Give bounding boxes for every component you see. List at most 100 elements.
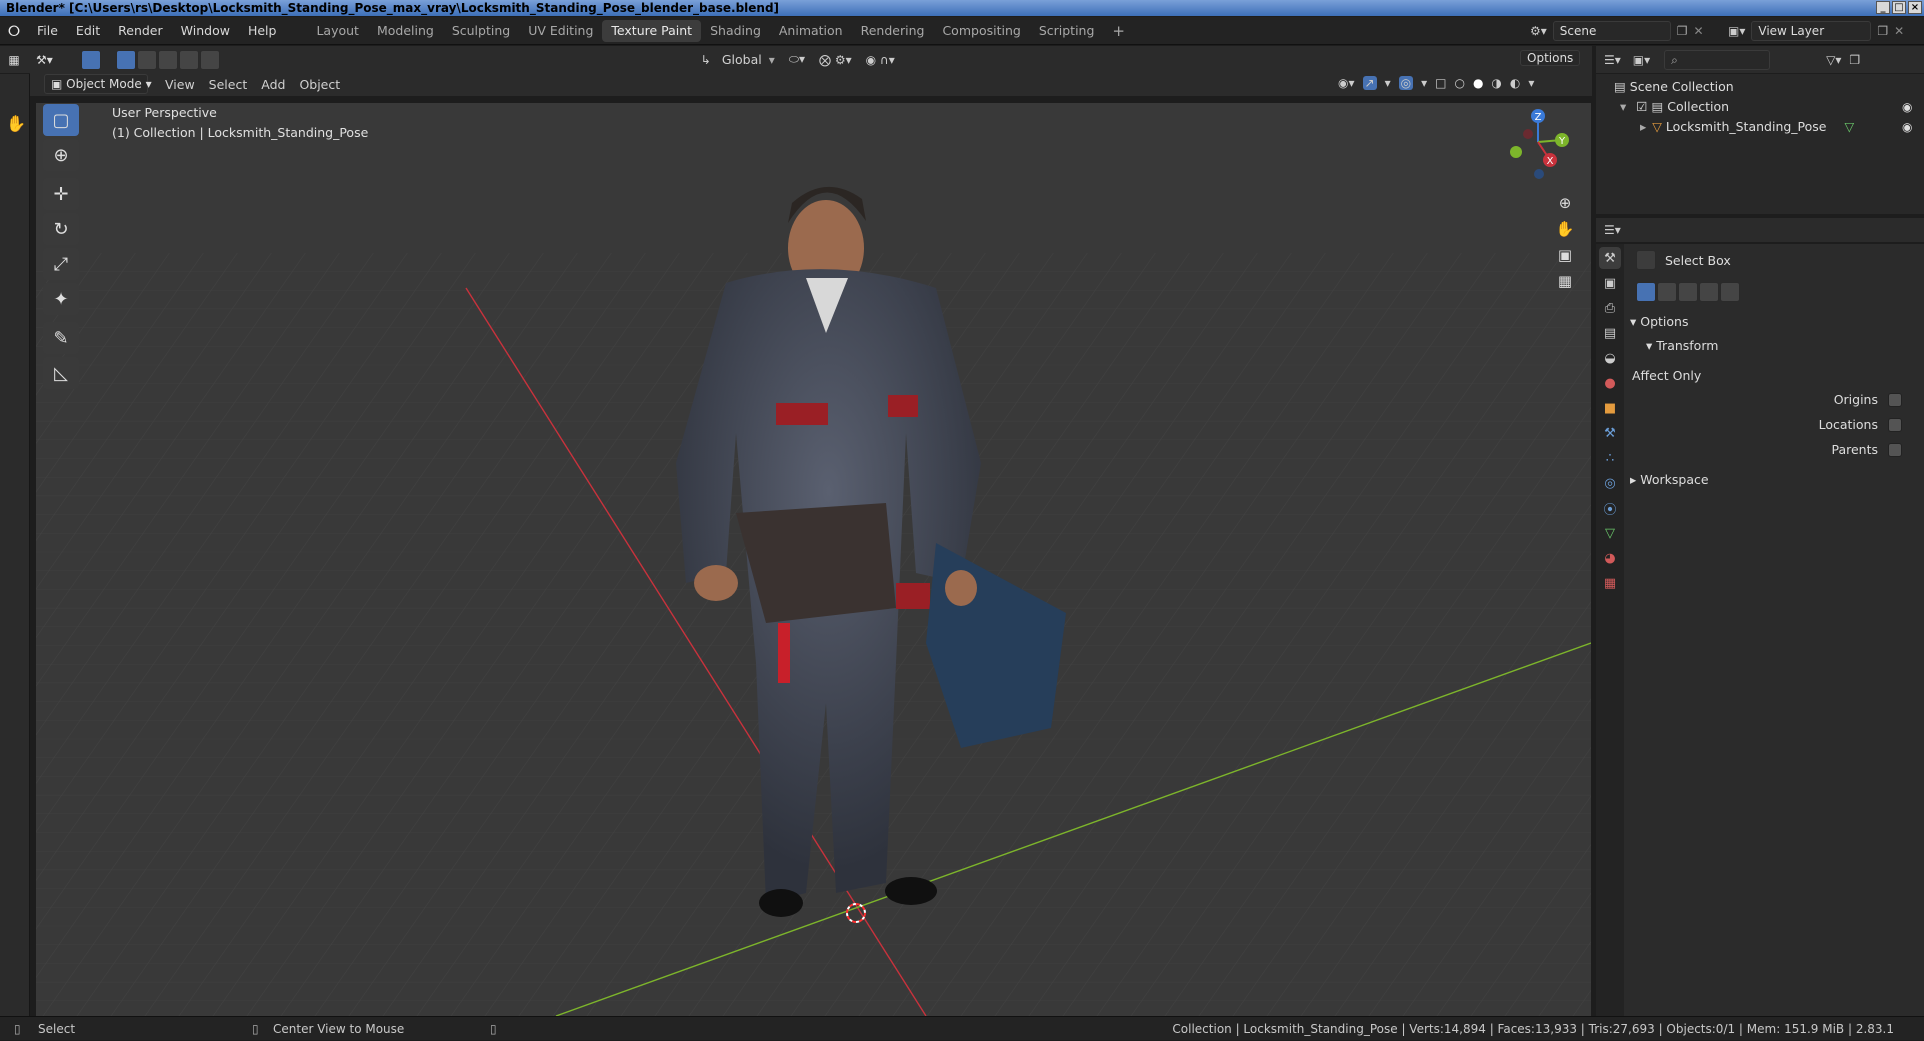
render-tab-icon[interactable]: ▣ (1599, 272, 1621, 294)
visibility-eye-icon[interactable]: ◉ (1902, 100, 1912, 114)
properties-editor-icon[interactable]: ☰▾ (1596, 223, 1629, 237)
mode-extend-icon[interactable] (1657, 282, 1677, 302)
mode-intersect-icon[interactable] (1720, 282, 1740, 302)
zoom-icon[interactable]: ⊕ (1552, 190, 1578, 216)
visibility-icon[interactable]: ◉▾ (1338, 76, 1355, 90)
particles-tab-icon[interactable]: ∴ (1599, 447, 1621, 469)
mode-difference-icon[interactable] (178, 49, 199, 70)
menu-render[interactable]: Render (109, 23, 172, 38)
menu-object[interactable]: Object (292, 77, 347, 92)
transform-orientation-dropdown[interactable]: Global (715, 52, 769, 67)
measure-tool-icon[interactable]: ◺ (43, 357, 79, 389)
view-layer-icon[interactable]: ▣▾ (1728, 24, 1745, 38)
pan-hand-icon[interactable]: ✋ (1552, 216, 1578, 242)
outliner-editor-icon[interactable]: ☰▾ (1596, 53, 1629, 67)
add-workspace-button[interactable]: + (1103, 20, 1134, 42)
blender-logo-icon[interactable]: ⭘ (0, 22, 28, 40)
chevron-down-icon[interactable]: ▾ (769, 53, 775, 67)
wireframe-shading-icon[interactable]: ○ (1454, 76, 1464, 90)
camera-icon[interactable]: ▣ (1552, 242, 1578, 268)
mode-set-icon[interactable] (115, 49, 136, 70)
maximize-button[interactable]: □ (1892, 1, 1906, 14)
grid-view-icon[interactable]: ▦ (1552, 268, 1578, 294)
cursor-tool-icon[interactable]: ⊕ (43, 139, 79, 171)
scene-icon[interactable]: ⚙▾ (1530, 24, 1547, 38)
menu-window[interactable]: Window (172, 23, 239, 38)
new-view-layer-icon[interactable]: ❐ (1877, 24, 1888, 38)
xray-icon[interactable]: □ (1435, 76, 1446, 90)
tab-shading[interactable]: Shading (701, 20, 770, 42)
hand-icon[interactable]: ✋ (6, 114, 29, 133)
world-tab-icon[interactable]: ● (1599, 372, 1621, 394)
close-button[interactable]: × (1908, 1, 1922, 14)
3d-viewport[interactable] (36, 103, 1591, 1016)
mode-intersect-icon[interactable] (199, 49, 220, 70)
menu-file[interactable]: File (28, 23, 67, 38)
menu-edit[interactable]: Edit (67, 23, 109, 38)
delete-scene-icon[interactable]: ✕ (1694, 24, 1704, 38)
data-tab-icon[interactable]: ▽ (1599, 522, 1621, 544)
mode-subtract-icon[interactable] (157, 49, 178, 70)
physics-tab-icon[interactable]: ◎ (1599, 472, 1621, 494)
mode-set-icon[interactable] (1636, 282, 1656, 302)
tool-options-icon[interactable]: ⚒▾ (28, 53, 61, 67)
tab-modeling[interactable]: Modeling (368, 20, 443, 42)
overlay-icon[interactable]: ◎ (1398, 76, 1414, 90)
editor-type-icon[interactable]: ▦ (0, 53, 28, 67)
navigation-gizmo[interactable]: Z Y X (1498, 106, 1578, 186)
scene-collection-row[interactable]: ▤ Scene Collection (1614, 77, 1734, 97)
move-tool-icon[interactable]: ✛ (43, 178, 79, 210)
display-mode-icon[interactable]: ▣▾ (1629, 53, 1654, 67)
material-shading-icon[interactable]: ◑ (1491, 76, 1501, 90)
tab-compositing[interactable]: Compositing (933, 20, 1029, 42)
menu-select[interactable]: Select (202, 77, 255, 92)
new-collection-icon[interactable]: ❐ (1849, 53, 1860, 67)
filter-icon[interactable]: ▽▾ (1826, 53, 1841, 67)
tool-tab-icon[interactable]: ⚒ (1599, 247, 1621, 269)
mode-subtract-icon[interactable] (1678, 282, 1698, 302)
snap-icon[interactable]: ⨂ ⚙▾ (819, 53, 852, 67)
outliner-search-input[interactable]: ⌕ (1664, 49, 1771, 70)
menu-view[interactable]: View (158, 77, 202, 92)
disclosure-triangle-icon[interactable]: ▾ (1620, 99, 1626, 114)
tab-scripting[interactable]: Scripting (1030, 20, 1104, 42)
mesh-data-icon[interactable]: ▽ (1844, 119, 1854, 134)
tab-animation[interactable]: Animation (770, 20, 852, 42)
rendered-shading-icon[interactable]: ◐ (1510, 76, 1520, 90)
mode-dropdown[interactable]: ▣ Object Mode ▾ (44, 74, 152, 94)
transform-tool-icon[interactable]: ✦ (43, 283, 79, 315)
pivot-point-icon[interactable]: ⬭▾ (789, 52, 805, 67)
view-layer-tab-icon[interactable]: ▤ (1599, 322, 1621, 344)
modifier-tab-icon[interactable]: ⚒ (1599, 422, 1621, 444)
tab-rendering[interactable]: Rendering (852, 20, 934, 42)
options-button[interactable]: Options (1520, 50, 1581, 66)
object-row[interactable]: ▸ ▽ Locksmith_Standing_Pose ▽ (1640, 117, 1854, 137)
solid-shading-icon[interactable]: ● (1473, 76, 1483, 90)
proportional-edit-icon[interactable]: ◉ ∩▾ (866, 53, 895, 67)
rotate-tool-icon[interactable]: ↻ (43, 213, 79, 245)
select-box-icon[interactable]: ▢ (43, 104, 79, 136)
select-box-tool-icon[interactable] (80, 49, 101, 70)
axis-gizmo[interactable]: Z Y X (1498, 106, 1578, 186)
options-section-header[interactable]: ▾ Options (1630, 314, 1688, 329)
tab-uv-editing[interactable]: UV Editing (519, 20, 602, 42)
visibility-eye-icon[interactable]: ◉ (1902, 120, 1912, 134)
scene-tab-icon[interactable]: ◒ (1599, 347, 1621, 369)
scene-field[interactable]: Scene (1552, 21, 1671, 41)
output-tab-icon[interactable]: ⎙ (1599, 297, 1621, 319)
scale-tool-icon[interactable]: ⤢ (43, 248, 79, 280)
menu-help[interactable]: Help (239, 23, 286, 38)
workspace-section-header[interactable]: ▸ Workspace (1630, 472, 1709, 487)
view-layer-field[interactable]: View Layer (1751, 21, 1872, 41)
options-dropdown[interactable]: Options (1520, 49, 1581, 67)
texture-tab-icon[interactable]: ▦ (1599, 572, 1621, 594)
transform-section-header[interactable]: ▾ Transform (1646, 338, 1718, 353)
origins-checkbox[interactable] (1888, 393, 1902, 407)
annotate-tool-icon[interactable]: ✎ (43, 322, 79, 354)
tab-texture-paint[interactable]: Texture Paint (602, 19, 702, 42)
locations-checkbox[interactable] (1888, 418, 1902, 432)
material-tab-icon[interactable]: ◕ (1599, 547, 1621, 569)
gizmo-icon[interactable]: ↗ (1362, 76, 1377, 90)
disclosure-triangle-icon[interactable]: ▸ (1640, 119, 1646, 134)
tab-layout[interactable]: Layout (307, 20, 368, 42)
